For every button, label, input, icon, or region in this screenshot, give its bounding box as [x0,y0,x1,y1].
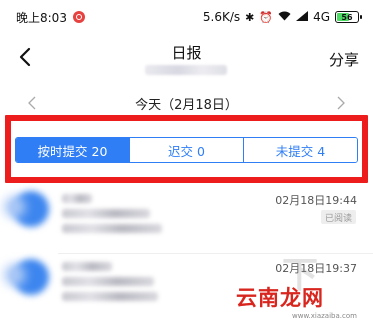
chevron-right-icon [337,96,345,110]
tab-on-time[interactable]: 按时提交 20 [16,138,129,162]
tab-late[interactable]: 迟交 0 [129,138,243,162]
page-title: 日报 [171,44,202,62]
blurred-name [62,262,112,271]
date-label[interactable]: 今天（2月18日） [0,94,373,113]
date-bar: 今天（2月18日） [0,92,373,116]
blurred-text [62,209,150,218]
status-right: 5.6K/s ✱ ⏰ 4G 56 [202,10,362,24]
bluetooth-icon: ✱ [245,10,255,24]
status-tabs: 按时提交 20 迟交 0 未提交 4 [15,137,358,163]
wifi-icon [278,11,291,23]
blurred-name [62,194,92,203]
signal-icon [296,11,309,23]
watermark-logo: 云南龙网 [236,286,324,310]
notification-icon [72,11,85,23]
item-time: 02月18日19:44 [275,194,357,207]
read-badge: 已阅读 [320,210,356,224]
next-date-button[interactable] [331,92,351,114]
list-item[interactable]: 02月18日19:44 已阅读 [0,186,373,254]
network-speed: 5.6K/s [202,10,241,24]
status-left: 晚上8:03 [16,9,85,26]
avatar-blur [4,264,26,286]
nav-bar: 日报 分享 [0,34,373,86]
tab-not-submitted[interactable]: 未提交 4 [243,138,357,162]
share-button[interactable]: 分享 [329,49,359,70]
page-subtitle-blurred [145,65,227,75]
status-time: 晚上8:03 [16,10,67,25]
alarm-icon: ⏰ [259,10,274,24]
avatar-blur [4,196,26,218]
blurred-text [62,224,162,233]
blurred-text [62,277,154,286]
blurred-text [62,292,158,301]
battery-level: 56 [341,12,353,22]
status-bar: 晚上8:03 5.6K/s ✱ ⏰ 4G 56 [0,0,373,34]
battery-icon: 56 [335,11,362,23]
watermark-url: www.xiazaiba.com [292,312,357,320]
screen: 晚上8:03 5.6K/s ✱ ⏰ 4G 56 日报 分享 今天（2月18日） … [0,0,373,323]
network-type: 4G [313,10,330,24]
